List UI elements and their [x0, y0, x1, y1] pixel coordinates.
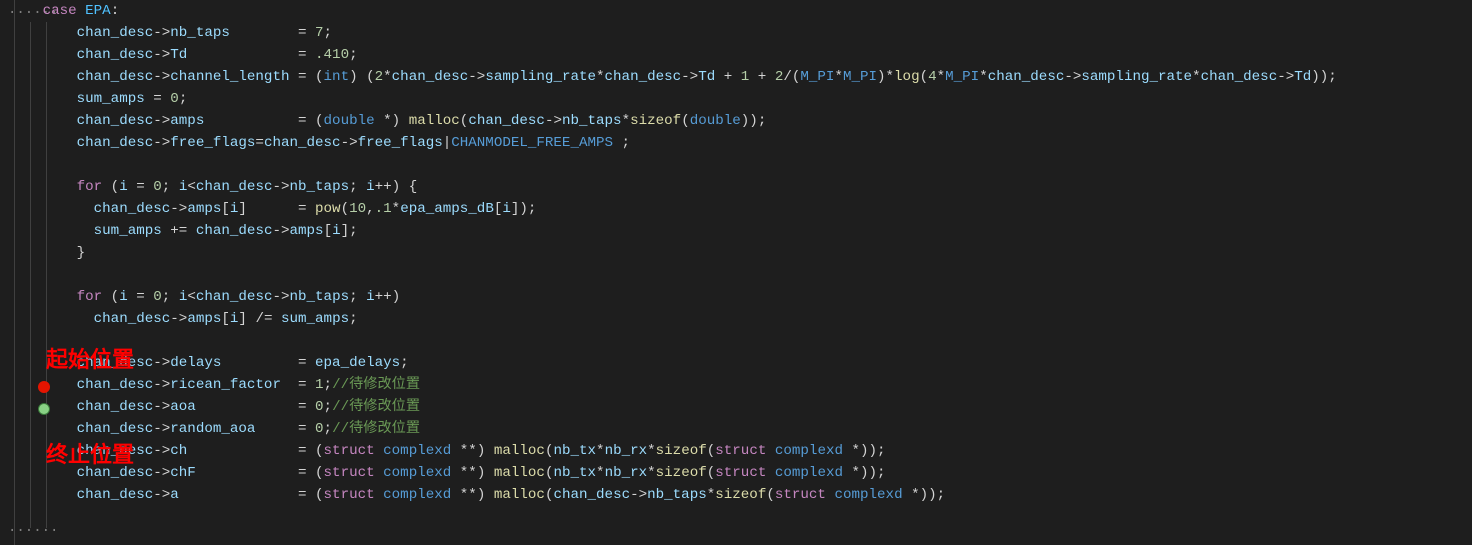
code-line[interactable] [0, 264, 1337, 286]
code-line[interactable]: chan_desc->amps[i] = pow(10,.1*epa_amps_… [0, 198, 1337, 220]
code-line[interactable]: chan_desc->free_flags=chan_desc->free_fl… [0, 132, 1337, 154]
code-line[interactable]: chan_desc->delays = epa_delays; [0, 352, 1337, 374]
code-line[interactable]: chan_desc->amps = (double *) malloc(chan… [0, 110, 1337, 132]
code-line[interactable]: chan_desc->amps[i] /= sum_amps; [0, 308, 1337, 330]
gutter-fold-ellipsis: ······ [8, 520, 58, 542]
code-line[interactable]: chan_desc->ricean_factor = 1;//待修改位置 [0, 374, 1337, 396]
code-line[interactable]: chan_desc->nb_taps = 7; [0, 22, 1337, 44]
code-line[interactable]: chan_desc->aoa = 0;//待修改位置 [0, 396, 1337, 418]
code-line[interactable]: chan_desc->random_aoa = 0;//待修改位置 [0, 418, 1337, 440]
code-line[interactable]: for (i = 0; i<chan_desc->nb_taps; i++) { [0, 176, 1337, 198]
code-line[interactable]: chan_desc->chF = (struct complexd **) ma… [0, 462, 1337, 484]
code-line[interactable]: case EPA: [0, 0, 1337, 22]
code-line[interactable] [0, 154, 1337, 176]
code-line[interactable]: for (i = 0; i<chan_desc->nb_taps; i++) [0, 286, 1337, 308]
code-editor[interactable]: ······ ······ case EPA: chan_desc->nb_ta… [0, 0, 1472, 200]
code-line[interactable] [0, 330, 1337, 352]
code-line[interactable]: chan_desc->a = (struct complexd **) mall… [0, 484, 1337, 506]
code-line[interactable]: chan_desc->channel_length = (int) (2*cha… [0, 66, 1337, 88]
code-line[interactable]: sum_amps += chan_desc->amps[i]; [0, 220, 1337, 242]
code-line[interactable]: } [0, 242, 1337, 264]
code-text-area[interactable]: case EPA: chan_desc->nb_taps = 7; chan_d… [0, 0, 1337, 506]
code-line[interactable]: sum_amps = 0; [0, 88, 1337, 110]
code-line[interactable]: chan_desc->ch = (struct complexd **) mal… [0, 440, 1337, 462]
code-line[interactable]: chan_desc->Td = .410; [0, 44, 1337, 66]
